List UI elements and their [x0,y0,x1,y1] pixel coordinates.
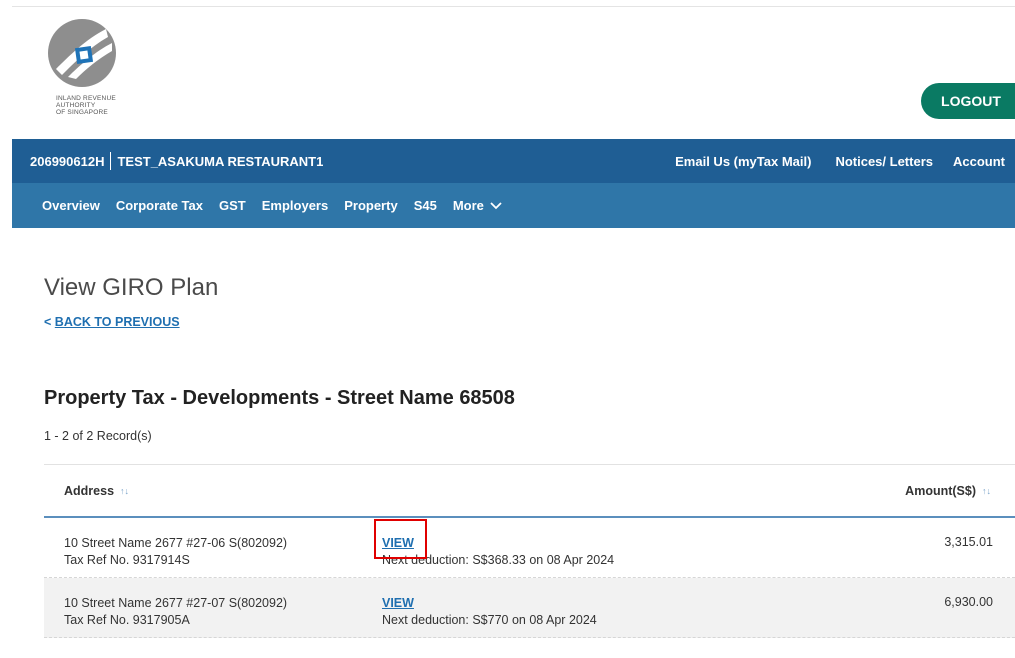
logo-line: INLAND REVENUE [56,95,116,102]
top-divider [12,6,1015,7]
table-row: 10 Street Name 2677 #27-07 S(802092) Tax… [44,578,1015,638]
tax-ref-text: Tax Ref No. 9317914S [64,553,190,567]
next-deduction-text: Next deduction: S$770 on 08 Apr 2024 [382,613,597,627]
view-link[interactable]: VIEW [382,536,414,550]
back-to-previous-link[interactable]: < BACK TO PREVIOUS [44,315,180,329]
tax-ref-text: Tax Ref No. 9317905A [64,613,190,627]
tab-employers[interactable]: Employers [262,198,328,213]
sort-icon: ↑↓ [120,485,130,496]
notices-letters-link[interactable]: Notices/ Letters [835,154,933,169]
logo-line: AUTHORITY [56,102,96,109]
main-nav: Overview Corporate Tax GST Employers Pro… [12,183,1015,228]
iras-logo-icon [48,19,116,87]
account-name: TEST_ASAKUMA RESTAURANT1 [117,153,324,169]
address-cell: 10 Street Name 2677 #27-07 S(802092) Tax… [64,595,287,629]
more-label: More [452,198,484,213]
amount-header-label: Amount(S$) [905,483,976,498]
email-us-link[interactable]: Email Us (myTax Mail) [675,154,811,169]
tab-gst[interactable]: GST [219,198,246,213]
account-id: 206990612H [30,153,105,169]
section-title: Property Tax - Developments - Street Nam… [44,387,515,409]
account-links: Email Us (myTax Mail) Notices/ Letters A… [651,154,1015,169]
chevron-down-icon [490,201,502,209]
address-text: 10 Street Name 2677 #27-06 S(802092) [64,536,288,550]
logo-line: OF SINGAPORE [56,109,108,116]
table-row: 10 Street Name 2677 #27-06 S(802092) Tax… [44,518,1015,578]
next-deduction-text: Next deduction: S$368.33 on 08 Apr 2024 [382,553,615,567]
address-header-label: Address [64,483,115,498]
plan-cell: VIEW Next deduction: S$770 on 08 Apr 202… [382,595,597,629]
tab-property[interactable]: Property [344,198,397,213]
record-count: 1 - 2 of 2 Record(s) [44,429,152,443]
view-link[interactable]: VIEW [382,596,414,610]
plan-cell: VIEW Next deduction: S$368.33 on 08 Apr … [382,535,614,569]
amount-cell: 6,930.00 [944,595,993,609]
address-column-header[interactable]: Address ↑↓ [64,484,129,498]
back-label: BACK TO PREVIOUS [54,315,180,329]
tab-corporate-tax[interactable]: Corporate Tax [116,198,203,213]
table-header: Address ↑↓ Amount(S$) ↑↓ [44,464,1015,518]
tab-overview[interactable]: Overview [42,198,100,213]
iras-logo[interactable]: INLAND REVENUE AUTHORITY OF SINGAPORE [46,17,156,116]
account-link[interactable]: Account [953,154,1005,169]
logout-button[interactable]: LOGOUT [921,83,1015,119]
account-separator [110,152,112,170]
address-text: 10 Street Name 2677 #27-07 S(802092) [64,596,288,610]
account-bar: 206990612H TEST_ASAKUMA RESTAURANT1 Emai… [12,139,1015,183]
tab-s45[interactable]: S45 [414,198,437,213]
amount-column-header[interactable]: Amount(S$) ↑↓ [905,484,991,498]
logo-text: INLAND REVENUE AUTHORITY OF SINGAPORE [56,95,156,116]
sort-icon: ↑↓ [982,485,991,496]
back-arrow-icon: < [44,315,52,329]
page-title: View GIRO Plan [44,274,219,301]
address-cell: 10 Street Name 2677 #27-06 S(802092) Tax… [64,535,287,569]
amount-cell: 3,315.01 [944,535,993,549]
giro-plan-table: Address ↑↓ Amount(S$) ↑↓ 10 Street Name … [44,464,1015,638]
tab-more[interactable]: More [453,198,502,213]
